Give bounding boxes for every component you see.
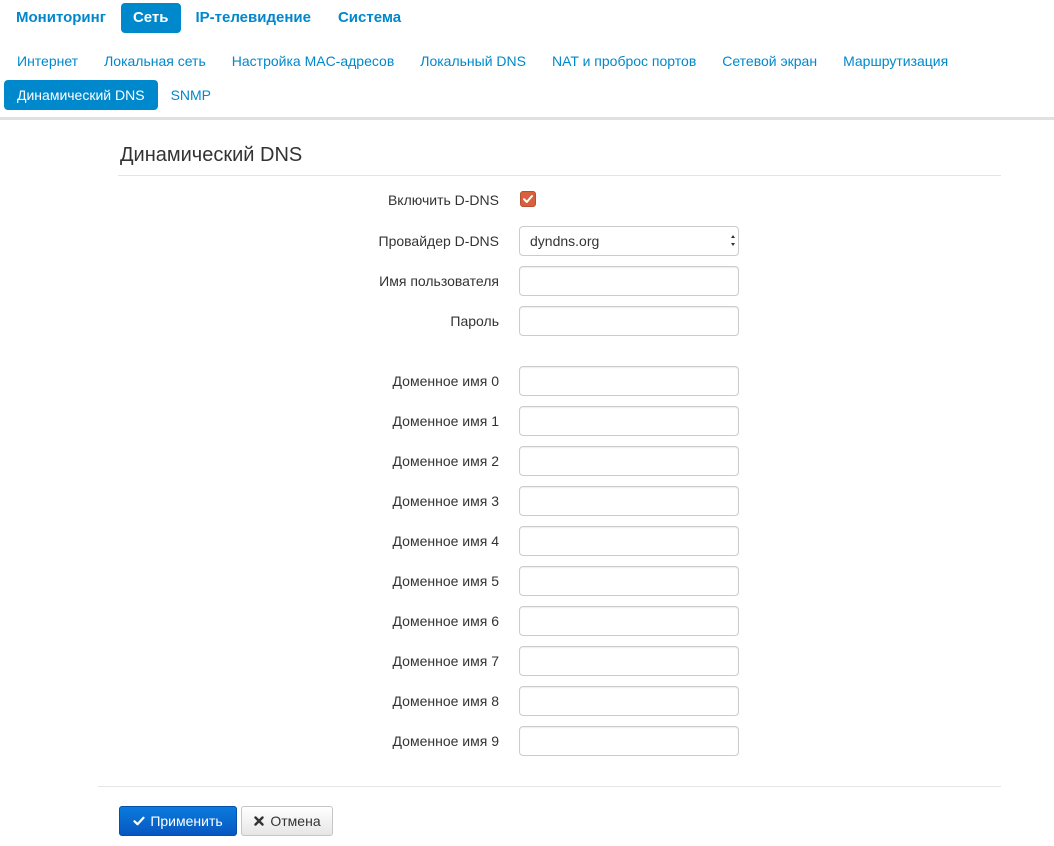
sub-nav-dynamic-dns[interactable]: Динамический DNS (4, 80, 158, 110)
footer-divider (98, 786, 1001, 787)
page-title: Динамический DNS (120, 144, 303, 166)
domain-name-input-3[interactable] (519, 486, 739, 516)
cancel-button-label: Отмена (270, 813, 321, 829)
sub-nav-row: Динамический DNS SNMP (4, 80, 1044, 110)
domain-name-label: Доменное имя 2 (392, 453, 499, 469)
sub-nav-lan[interactable]: Локальная сеть (91, 46, 219, 76)
sub-nav-snmp[interactable]: SNMP (158, 80, 224, 110)
sub-nav-local-dns[interactable]: Локальный DNS (407, 46, 539, 76)
provider-selected-value: dyndns.org (530, 233, 600, 249)
domain-name-label: Доменное имя 9 (392, 733, 499, 749)
top-nav: Мониторинг Сеть IP-телевидение Система (4, 3, 416, 33)
domain-name-label: Доменное имя 5 (392, 573, 499, 589)
sub-nav: Интернет Локальная сеть Настройка MAC-ад… (4, 46, 1044, 114)
domain-name-label: Доменное имя 3 (392, 493, 499, 509)
domain-name-input-9[interactable] (519, 726, 739, 756)
username-label: Имя пользователя (379, 273, 499, 289)
enable-ddns-checkbox[interactable] (520, 191, 536, 207)
domain-name-label: Доменное имя 7 (392, 653, 499, 669)
domain-name-label: Доменное имя 4 (392, 533, 499, 549)
top-nav-system[interactable]: Система (326, 3, 413, 33)
domain-name-label: Доменное имя 1 (392, 413, 499, 429)
domain-name-input-1[interactable] (519, 406, 739, 436)
top-nav-network[interactable]: Сеть (120, 3, 181, 33)
top-nav-iptv[interactable]: IP-телевидение (184, 3, 323, 33)
domain-name-input-5[interactable] (519, 566, 739, 596)
check-icon (523, 195, 533, 203)
close-icon (253, 815, 265, 827)
sub-nav-routing[interactable]: Маршрутизация (830, 46, 961, 76)
domain-name-label: Доменное имя 0 (392, 373, 499, 389)
domain-name-input-8[interactable] (519, 686, 739, 716)
sub-nav-mac-settings[interactable]: Настройка MAC-адресов (219, 46, 408, 76)
domain-name-input-6[interactable] (519, 606, 739, 636)
provider-select[interactable]: dyndns.org (519, 226, 739, 256)
sub-nav-internet[interactable]: Интернет (4, 46, 91, 76)
nav-divider (0, 117, 1054, 120)
domain-name-input-0[interactable] (519, 366, 739, 396)
domain-name-input-7[interactable] (519, 646, 739, 676)
sub-nav-row: Интернет Локальная сеть Настройка MAC-ад… (4, 46, 1044, 76)
password-label: Пароль (450, 313, 499, 329)
password-input[interactable] (519, 306, 739, 336)
sub-nav-nat[interactable]: NAT и проброс портов (539, 46, 709, 76)
enable-ddns-label: Включить D-DNS (387, 192, 499, 208)
domain-name-label: Доменное имя 6 (392, 613, 499, 629)
domain-name-label: Доменное имя 8 (392, 693, 499, 709)
chevron-down-icon (731, 243, 735, 246)
apply-button[interactable]: Применить (119, 806, 237, 836)
cancel-button[interactable]: Отмена (241, 806, 333, 836)
sub-nav-firewall[interactable]: Сетевой экран (709, 46, 830, 76)
top-nav-monitoring[interactable]: Мониторинг (4, 3, 118, 33)
apply-button-label: Применить (150, 813, 223, 829)
username-input[interactable] (519, 266, 739, 296)
title-divider (118, 175, 1001, 176)
provider-label: Провайдер D-DNS (378, 233, 499, 249)
domain-name-input-4[interactable] (519, 526, 739, 556)
chevron-up-icon (731, 235, 735, 238)
domain-name-input-2[interactable] (519, 446, 739, 476)
check-icon (133, 815, 145, 827)
